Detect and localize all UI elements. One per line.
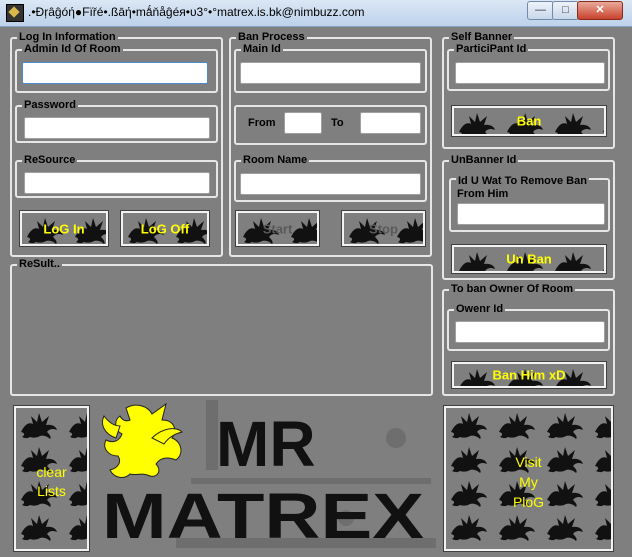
participant-label: ParticiPant Id: [454, 43, 529, 56]
ban-him-button-label: Ban Him xD: [492, 367, 566, 383]
ban-button[interactable]: Ban: [451, 105, 607, 137]
stop-button[interactable]: Stop: [341, 210, 426, 247]
clear-lists-label-2: Lists: [37, 483, 66, 499]
start-button[interactable]: Start: [235, 210, 320, 247]
password-label: Password: [22, 99, 78, 112]
main-id-label: Main Id: [241, 43, 283, 56]
logoff-button[interactable]: LoG Off: [120, 210, 210, 247]
close-button[interactable]: ✕: [577, 1, 623, 20]
banner-word-matrex: MATREX: [102, 480, 424, 552]
to-input[interactable]: [360, 112, 421, 134]
visit-label-1: Visit: [515, 454, 542, 470]
ban-him-button[interactable]: Ban Him xD: [451, 361, 607, 389]
from-label: From: [248, 117, 276, 129]
owner-id-label: Owenr Id: [454, 303, 506, 316]
window-title: .•Ðŗâĝóή●Fïřé•.ßāή•mǻňåĝéя•υ3°•°matrex.i…: [28, 5, 365, 19]
unban-button-label: Un Ban: [506, 251, 552, 267]
main-id-input[interactable]: [240, 62, 421, 84]
resource-input[interactable]: [24, 172, 210, 194]
dragon-logo-icon: [102, 402, 183, 478]
unban-button[interactable]: Un Ban: [451, 244, 607, 274]
participant-input[interactable]: [455, 62, 605, 84]
admin-id-input[interactable]: [22, 62, 208, 84]
room-name-label: Room Name: [241, 154, 310, 167]
start-button-label: Start: [262, 221, 293, 236]
banner-word-mr: MR: [216, 408, 316, 480]
ban-owner-label: To ban Owner Of Room: [449, 283, 576, 296]
login-button-label: LoG In: [43, 221, 85, 236]
logoff-button-label: LoG Off: [140, 221, 190, 236]
result-group: ReSult..: [10, 258, 433, 396]
from-input[interactable]: [284, 112, 322, 134]
unbanner-label: UnBanner Id: [449, 154, 519, 167]
admin-id-label: Admin Id Of Room: [22, 43, 123, 56]
mr-matrex-banner: MR MATREX: [96, 398, 436, 552]
minimize-button[interactable]: —: [527, 1, 554, 20]
result-label: ReSult..: [17, 258, 62, 271]
clear-lists-label-1: clear: [36, 464, 67, 480]
visit-label-3: PloG: [512, 494, 545, 510]
visit-blog-button[interactable]: Visit My PloG: [443, 405, 614, 552]
app-icon: [6, 4, 24, 22]
window-titlebar: .•Ðŗâĝóή●Fïřé•.ßāή•mǻňåĝéя•υ3°•°matrex.i…: [0, 0, 632, 27]
stop-button-label: Stop: [369, 221, 398, 236]
visit-label-2: My: [519, 474, 538, 490]
banner-graphic: MR MATREX: [102, 400, 436, 552]
remove-ban-label: Id U Wat To Remove Ban: [456, 175, 589, 188]
to-label: To: [331, 117, 344, 129]
room-name-input[interactable]: [240, 173, 421, 195]
resource-label: ReSource: [22, 154, 78, 167]
result-text: [18, 276, 425, 388]
ban-button-label: Ban: [516, 113, 542, 129]
remove-ban-label-2: From Him: [457, 188, 509, 200]
login-button[interactable]: LoG In: [19, 210, 109, 247]
password-input[interactable]: [24, 117, 210, 139]
maximize-button[interactable]: □: [552, 1, 579, 20]
owner-id-input[interactable]: [455, 321, 605, 343]
remove-ban-input[interactable]: [457, 203, 605, 225]
clear-lists-button[interactable]: clear Lists: [13, 405, 90, 552]
